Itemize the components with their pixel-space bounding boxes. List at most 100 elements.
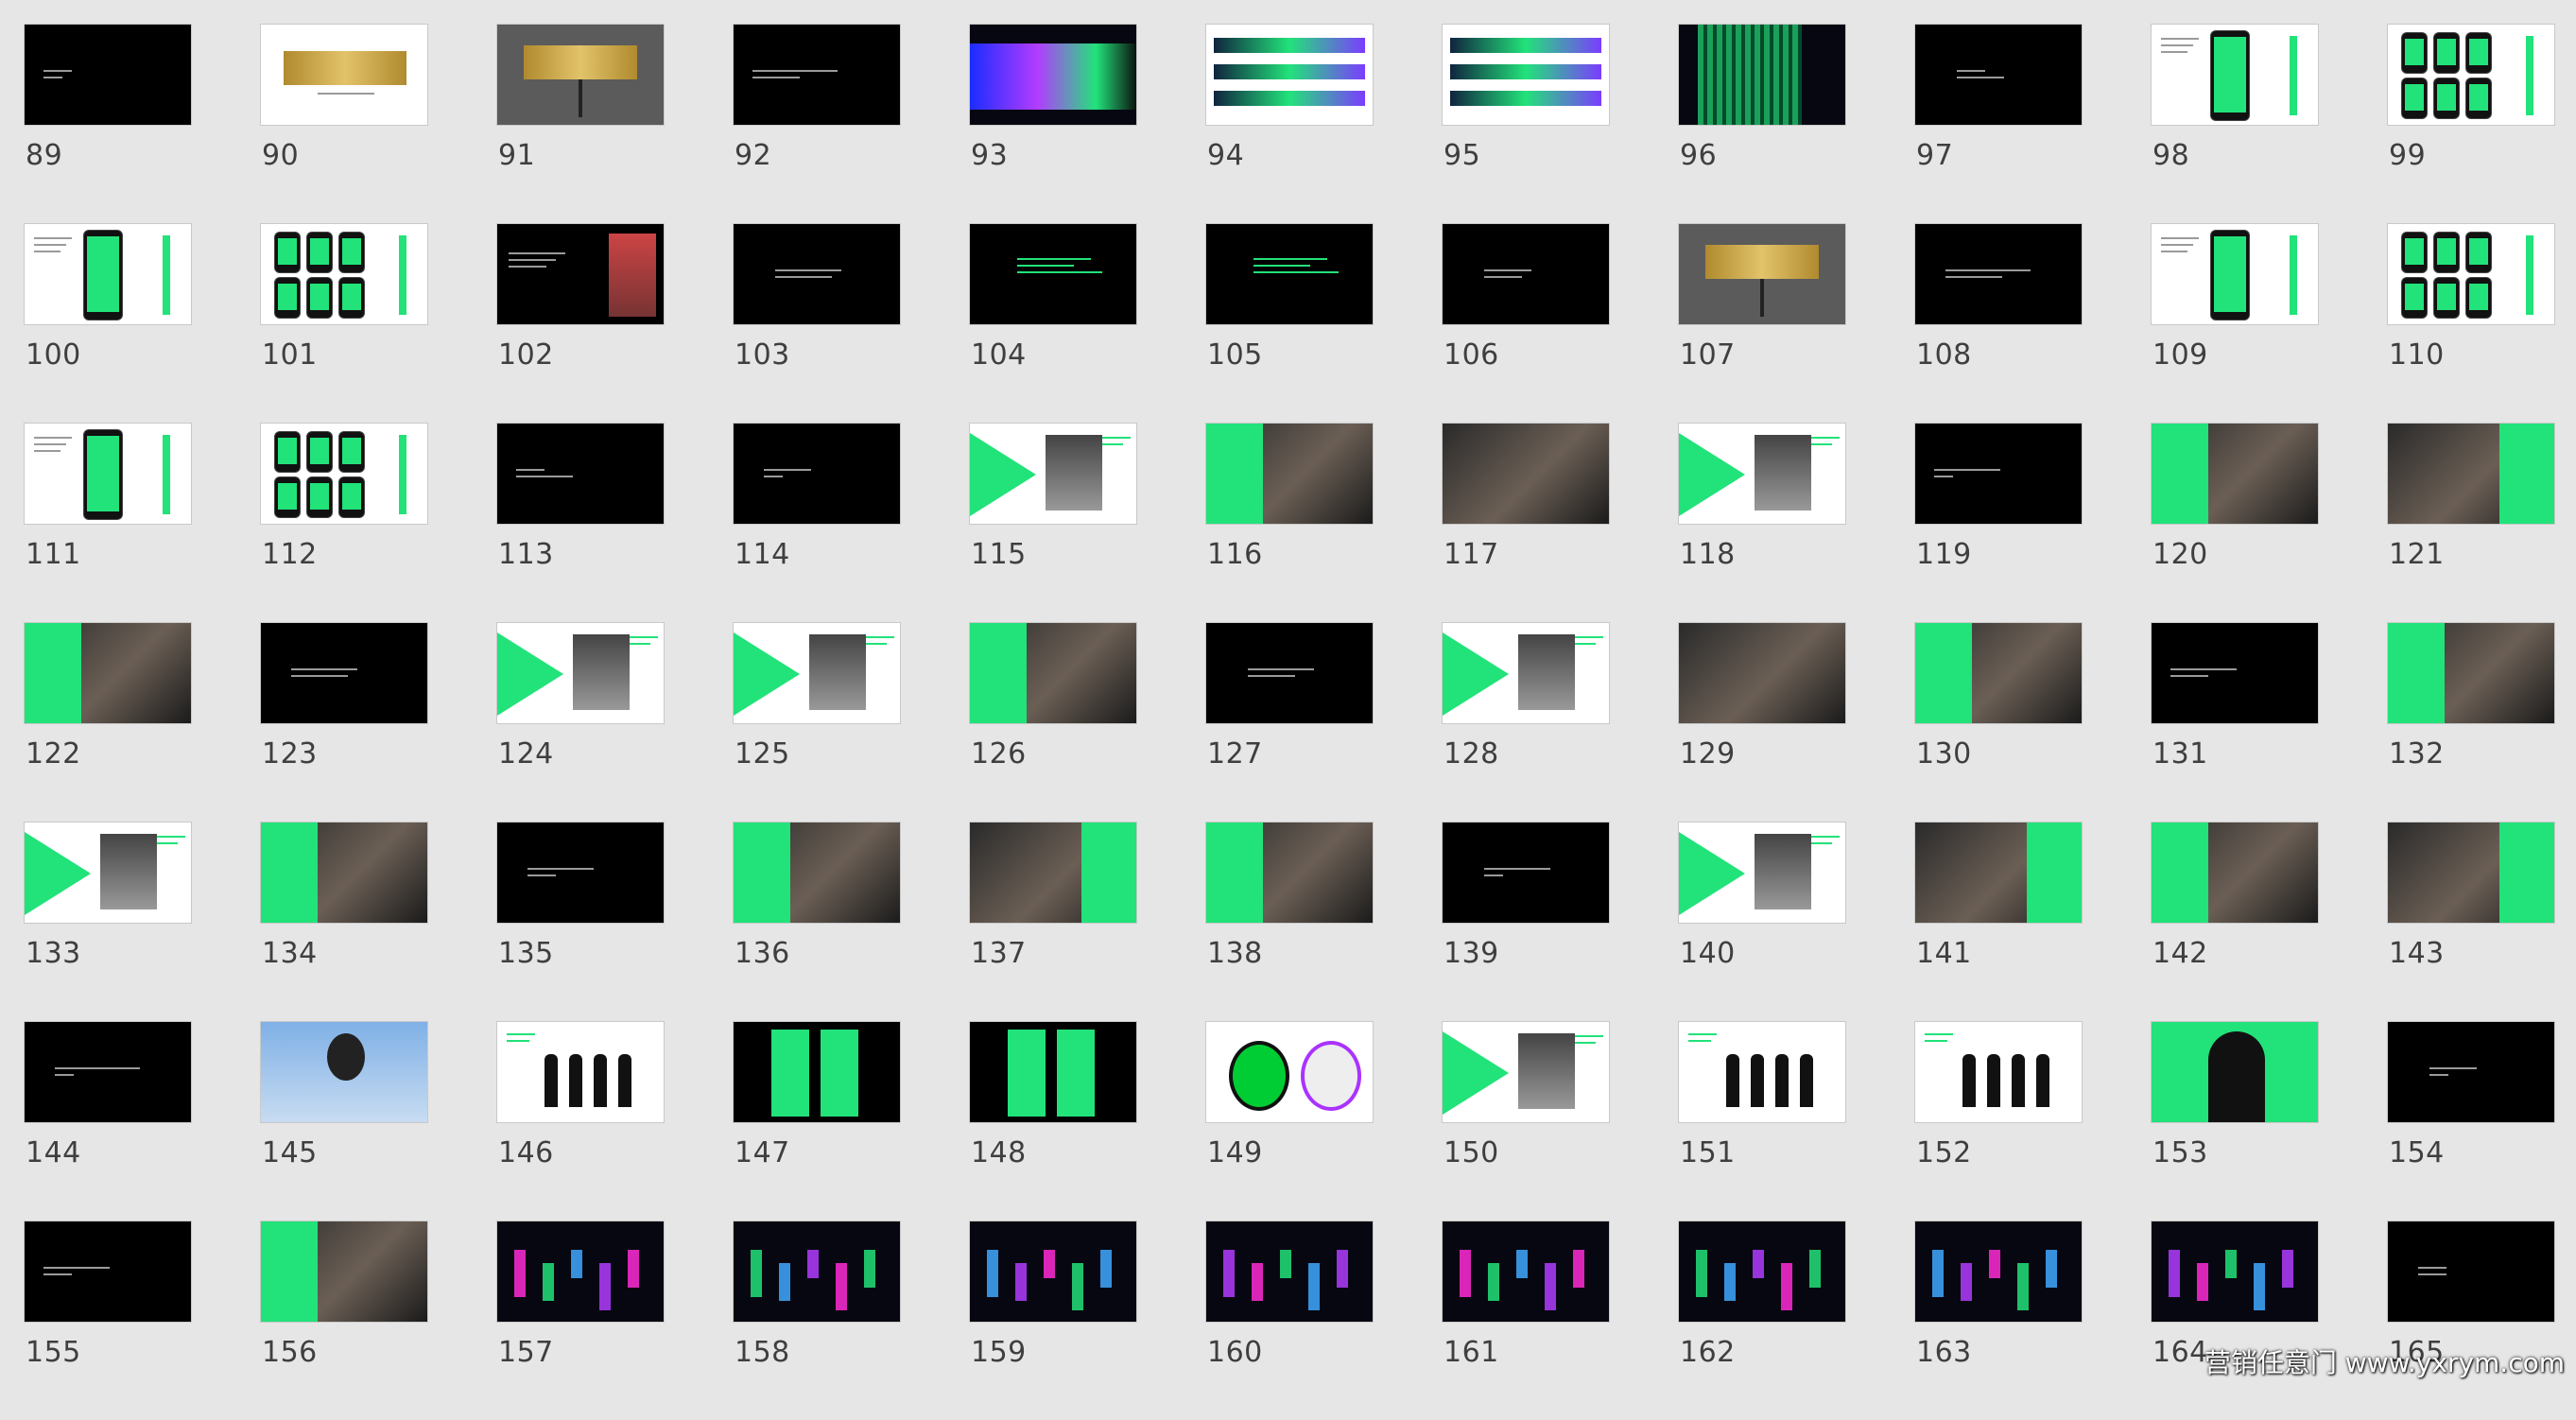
slide-preview[interactable] xyxy=(2387,423,2555,525)
slide-preview[interactable] xyxy=(1442,822,1610,924)
slide-thumbnail-165[interactable]: 165 xyxy=(2387,1221,2555,1420)
slide-thumbnail-115[interactable]: 115 xyxy=(969,423,1137,622)
slide-thumbnail-106[interactable]: 106 xyxy=(1442,223,1610,423)
slide-preview[interactable] xyxy=(2151,223,2319,325)
slide-preview[interactable] xyxy=(496,822,665,924)
slide-preview[interactable] xyxy=(969,622,1137,724)
slide-preview[interactable] xyxy=(1678,423,1846,525)
slide-preview[interactable] xyxy=(1442,423,1610,525)
slide-preview[interactable] xyxy=(1205,1221,1374,1323)
slide-thumbnail-152[interactable]: 152 xyxy=(1914,1021,2083,1221)
slide-preview[interactable] xyxy=(1914,423,2083,525)
slide-preview[interactable] xyxy=(1914,622,2083,724)
slide-thumbnail-154[interactable]: 154 xyxy=(2387,1021,2555,1221)
slide-thumbnail-98[interactable]: 98 xyxy=(2151,24,2319,223)
slide-thumbnail-107[interactable]: 107 xyxy=(1678,223,1846,423)
slide-preview[interactable] xyxy=(1205,822,1374,924)
slide-thumbnail-103[interactable]: 103 xyxy=(733,223,901,423)
slide-preview[interactable] xyxy=(733,1021,901,1123)
slide-thumbnail-89[interactable]: 89 xyxy=(24,24,192,223)
slide-preview[interactable] xyxy=(733,822,901,924)
slide-preview[interactable] xyxy=(1914,1221,2083,1323)
slide-preview[interactable] xyxy=(24,1021,192,1123)
slide-preview[interactable] xyxy=(1205,622,1374,724)
slide-thumbnail-159[interactable]: 159 xyxy=(969,1221,1137,1420)
slide-thumbnail-133[interactable]: 133 xyxy=(24,822,192,1021)
slide-thumbnail-125[interactable]: 125 xyxy=(733,622,901,822)
slide-preview[interactable] xyxy=(1678,622,1846,724)
slide-thumbnail-94[interactable]: 94 xyxy=(1205,24,1374,223)
slide-preview[interactable] xyxy=(969,1221,1137,1323)
slide-preview[interactable] xyxy=(733,423,901,525)
slide-thumbnail-117[interactable]: 117 xyxy=(1442,423,1610,622)
slide-thumbnail-134[interactable]: 134 xyxy=(260,822,428,1021)
slide-thumbnail-140[interactable]: 140 xyxy=(1678,822,1846,1021)
slide-thumbnail-101[interactable]: 101 xyxy=(260,223,428,423)
slide-preview[interactable] xyxy=(2151,1021,2319,1123)
slide-thumbnail-139[interactable]: 139 xyxy=(1442,822,1610,1021)
slide-preview[interactable] xyxy=(733,622,901,724)
slide-preview[interactable] xyxy=(1678,822,1846,924)
slide-thumbnail-131[interactable]: 131 xyxy=(2151,622,2319,822)
slide-preview[interactable] xyxy=(2387,822,2555,924)
slide-thumbnail-145[interactable]: 145 xyxy=(260,1021,428,1221)
slide-thumbnail-108[interactable]: 108 xyxy=(1914,223,2083,423)
slide-preview[interactable] xyxy=(1678,223,1846,325)
slide-thumbnail-91[interactable]: 91 xyxy=(496,24,665,223)
slide-thumbnail-156[interactable]: 156 xyxy=(260,1221,428,1420)
slide-thumbnail-141[interactable]: 141 xyxy=(1914,822,2083,1021)
slide-preview[interactable] xyxy=(2387,1021,2555,1123)
slide-preview[interactable] xyxy=(2151,1221,2319,1323)
slide-thumbnail-153[interactable]: 153 xyxy=(2151,1021,2319,1221)
slide-preview[interactable] xyxy=(260,1021,428,1123)
slide-thumbnail-119[interactable]: 119 xyxy=(1914,423,2083,622)
slide-preview[interactable] xyxy=(2387,223,2555,325)
slide-thumbnail-129[interactable]: 129 xyxy=(1678,622,1846,822)
slide-preview[interactable] xyxy=(1678,1021,1846,1123)
slide-preview[interactable] xyxy=(969,24,1137,126)
slide-thumbnail-142[interactable]: 142 xyxy=(2151,822,2319,1021)
slide-preview[interactable] xyxy=(1678,1221,1846,1323)
slide-thumbnail-102[interactable]: 102 xyxy=(496,223,665,423)
slide-thumbnail-121[interactable]: 121 xyxy=(2387,423,2555,622)
slide-thumbnail-146[interactable]: 146 xyxy=(496,1021,665,1221)
slide-preview[interactable] xyxy=(1442,1221,1610,1323)
slide-preview[interactable] xyxy=(2387,1221,2555,1323)
slide-preview[interactable] xyxy=(2387,24,2555,126)
slide-thumbnail-124[interactable]: 124 xyxy=(496,622,665,822)
slide-preview[interactable] xyxy=(24,24,192,126)
slide-preview[interactable] xyxy=(1442,223,1610,325)
slide-preview[interactable] xyxy=(1442,622,1610,724)
slide-preview[interactable] xyxy=(2151,822,2319,924)
slide-thumbnail-118[interactable]: 118 xyxy=(1678,423,1846,622)
slide-preview[interactable] xyxy=(2387,622,2555,724)
slide-thumbnail-96[interactable]: 96 xyxy=(1678,24,1846,223)
slide-preview[interactable] xyxy=(733,24,901,126)
slide-thumbnail-95[interactable]: 95 xyxy=(1442,24,1610,223)
slide-thumbnail-155[interactable]: 155 xyxy=(24,1221,192,1420)
slide-thumbnail-135[interactable]: 135 xyxy=(496,822,665,1021)
slide-thumbnail-126[interactable]: 126 xyxy=(969,622,1137,822)
slide-thumbnail-158[interactable]: 158 xyxy=(733,1221,901,1420)
slide-thumbnail-149[interactable]: 149 xyxy=(1205,1021,1374,1221)
slide-thumbnail-112[interactable]: 112 xyxy=(260,423,428,622)
slide-preview[interactable] xyxy=(2151,24,2319,126)
slide-thumbnail-162[interactable]: 162 xyxy=(1678,1221,1846,1420)
slide-thumbnail-110[interactable]: 110 xyxy=(2387,223,2555,423)
slide-preview[interactable] xyxy=(260,622,428,724)
slide-preview[interactable] xyxy=(1442,24,1610,126)
slide-thumbnail-97[interactable]: 97 xyxy=(1914,24,2083,223)
slide-preview[interactable] xyxy=(1678,24,1846,126)
slide-thumbnail-144[interactable]: 144 xyxy=(24,1021,192,1221)
slide-thumbnail-132[interactable]: 132 xyxy=(2387,622,2555,822)
slide-thumbnail-164[interactable]: 164 xyxy=(2151,1221,2319,1420)
slide-preview[interactable] xyxy=(24,622,192,724)
slide-thumbnail-163[interactable]: 163 xyxy=(1914,1221,2083,1420)
slide-preview[interactable] xyxy=(2151,622,2319,724)
slide-thumbnail-136[interactable]: 136 xyxy=(733,822,901,1021)
slide-thumbnail-137[interactable]: 137 xyxy=(969,822,1137,1021)
slide-thumbnail-143[interactable]: 143 xyxy=(2387,822,2555,1021)
slide-thumbnail-122[interactable]: 122 xyxy=(24,622,192,822)
slide-thumbnail-90[interactable]: 90 xyxy=(260,24,428,223)
slide-thumbnail-157[interactable]: 157 xyxy=(496,1221,665,1420)
